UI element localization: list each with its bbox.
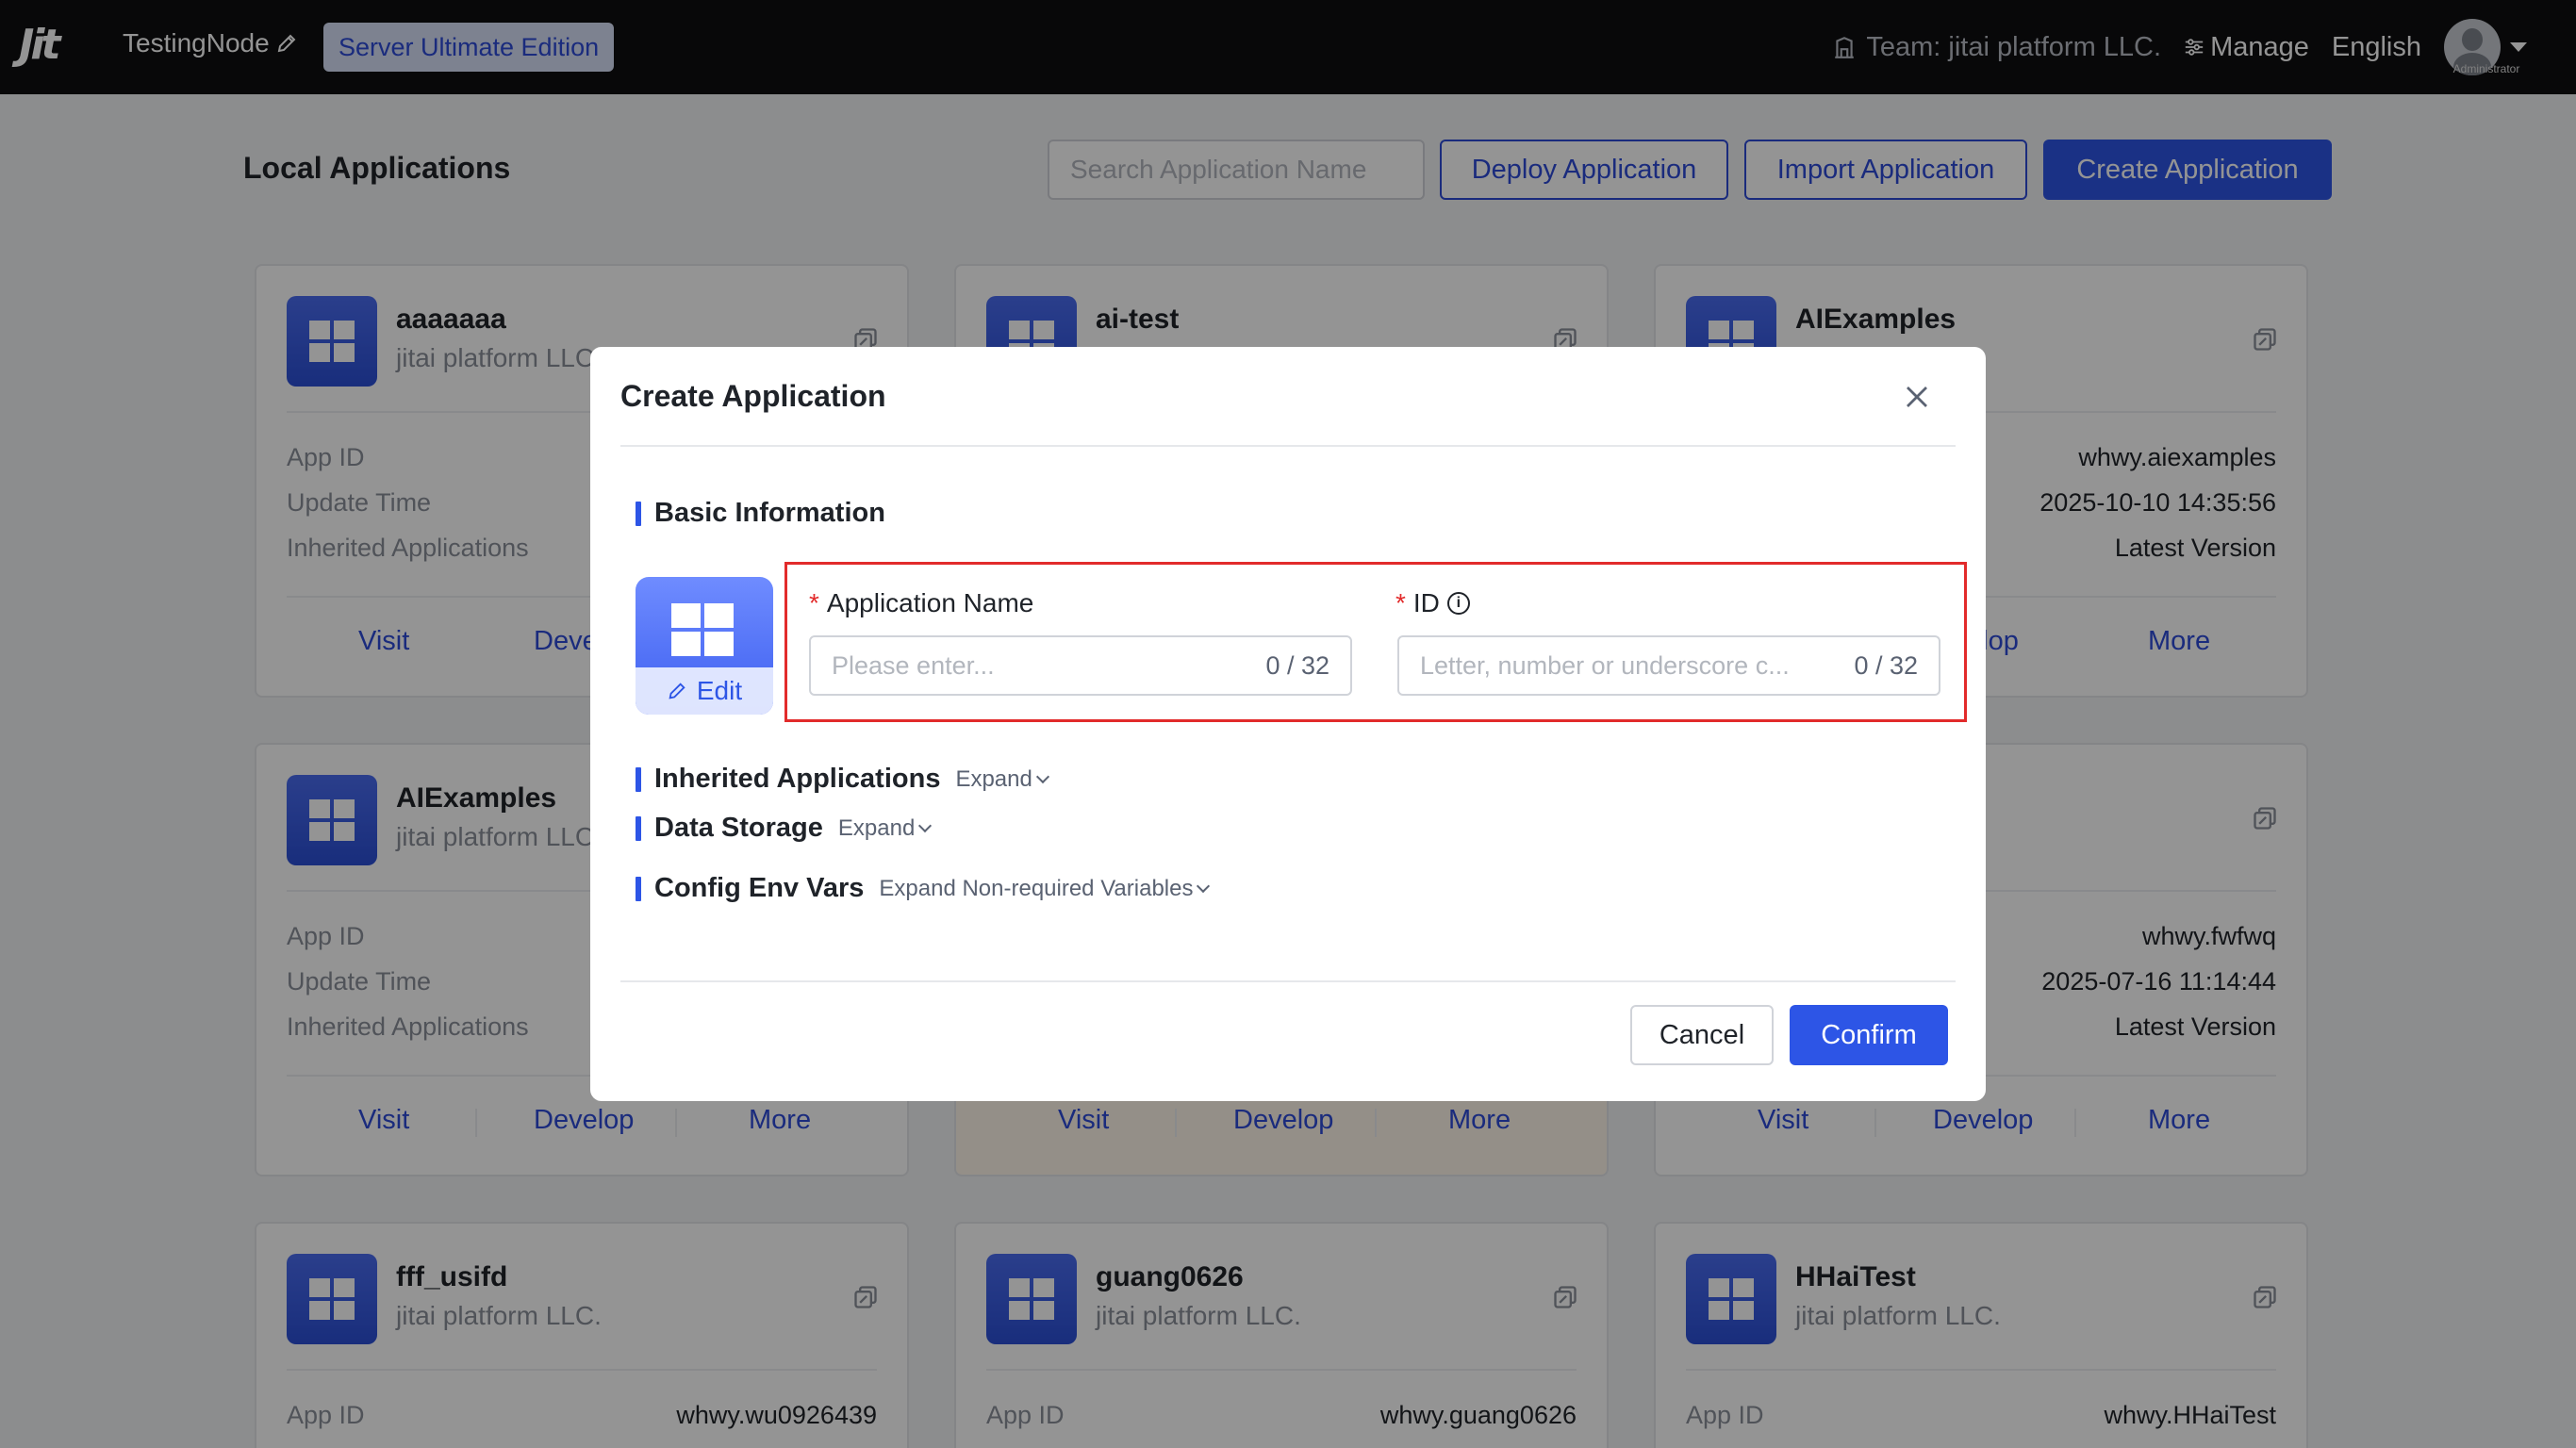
required-marker: *	[1395, 588, 1406, 617]
id-label: * ID i	[1395, 588, 1470, 618]
icon-edit-button[interactable]: Edit	[636, 667, 773, 715]
application-name-input[interactable]: Please enter... 0 / 32	[809, 635, 1352, 696]
dialog-header-divider	[620, 445, 1956, 447]
id-input[interactable]: Letter, number or underscore c... 0 / 32	[1397, 635, 1940, 696]
info-icon[interactable]: i	[1446, 592, 1470, 615]
section-marker	[636, 815, 641, 841]
id-placeholder: Letter, number or underscore c...	[1420, 650, 1790, 680]
section-basic-information: Basic Information	[636, 498, 885, 529]
application-name-label: * Application Name	[809, 588, 1033, 618]
section-marker	[636, 876, 641, 901]
section-inherited-applications: Inherited Applications Expand	[636, 764, 1049, 795]
expand-label: Expand Non-required Variables	[879, 875, 1194, 901]
section-marker	[636, 501, 641, 526]
application-name-counter: 0 / 32	[1265, 650, 1329, 680]
required-marker: *	[809, 588, 819, 617]
dialog-footer-divider	[620, 980, 1956, 982]
app-icon-editor[interactable]: Edit	[636, 577, 773, 715]
chevron-down-icon	[1035, 769, 1049, 783]
confirm-button[interactable]: Confirm	[1790, 1005, 1948, 1065]
section-title: Data Storage	[654, 813, 823, 843]
application-name-label-text: Application Name	[826, 588, 1034, 617]
id-label-text: ID	[1412, 588, 1440, 617]
chevron-down-icon	[1197, 879, 1211, 893]
windows-icon	[671, 603, 734, 656]
application-name-placeholder: Please enter...	[832, 650, 995, 680]
section-config-env-vars: Config Env Vars Expand Non-required Vari…	[636, 873, 1211, 904]
section-data-storage: Data Storage Expand	[636, 813, 933, 844]
expand-label: Expand	[837, 814, 916, 841]
section-title: Inherited Applications	[654, 764, 941, 794]
expand-env-vars-toggle[interactable]: Expand Non-required Variables	[879, 875, 1211, 902]
section-marker	[636, 766, 641, 792]
expand-label: Expand	[955, 765, 1032, 792]
close-icon[interactable]	[1903, 383, 1931, 411]
section-title: Config Env Vars	[654, 873, 865, 903]
icon-edit-label: Edit	[696, 676, 743, 705]
section-title: Basic Information	[654, 498, 885, 528]
id-counter: 0 / 32	[1854, 650, 1918, 680]
create-application-dialog: Create Application Basic Information Edi…	[590, 347, 1986, 1101]
expand-data-storage-toggle[interactable]: Expand	[837, 814, 933, 842]
cancel-button[interactable]: Cancel	[1630, 1005, 1774, 1065]
expand-inherited-toggle[interactable]: Expand	[955, 765, 1049, 793]
pencil-icon	[669, 683, 685, 699]
chevron-down-icon	[918, 818, 933, 832]
dialog-title: Create Application	[620, 379, 886, 413]
